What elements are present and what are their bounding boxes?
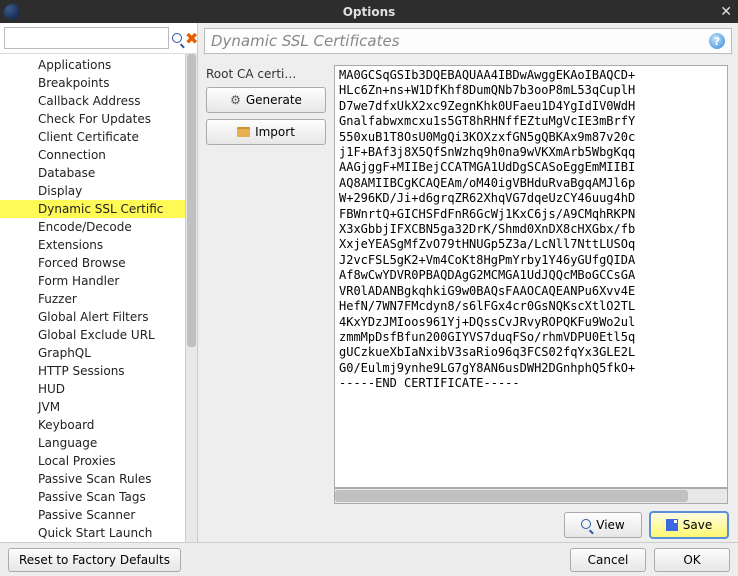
tree-item[interactable]: Local Proxies (0, 452, 185, 470)
app-icon (4, 4, 20, 20)
save-button[interactable]: Save (650, 512, 728, 538)
lens-icon (581, 518, 591, 532)
tree-item[interactable]: Dynamic SSL Certific (0, 200, 185, 218)
tree-item[interactable]: Language (0, 434, 185, 452)
view-button[interactable]: View (564, 512, 642, 538)
tree-item[interactable]: Forced Browse (0, 254, 185, 272)
tree-item[interactable]: Form Handler (0, 272, 185, 290)
tree-item[interactable]: Callback Address (0, 92, 185, 110)
tree-item[interactable]: Display (0, 182, 185, 200)
title-bar: Options ✕ (0, 0, 738, 23)
tree-item[interactable]: Connection (0, 146, 185, 164)
tree-scrollbar[interactable] (185, 54, 197, 542)
cert-h-thumb[interactable] (335, 490, 688, 502)
save-label: Save (683, 518, 712, 532)
tree-item[interactable]: Quick Start Launch (0, 524, 185, 542)
certificate-textarea[interactable]: MA0GCSqGSIb3DQEBAQUAA4IBDwAwggEKAoIBAQCD… (334, 65, 728, 488)
generate-button[interactable]: ⚙ Generate (206, 87, 326, 113)
tree-item[interactable]: Extensions (0, 236, 185, 254)
clear-search-icon[interactable]: ✖ (185, 30, 198, 46)
tree-item[interactable]: Global Alert Filters (0, 308, 185, 326)
tree-item[interactable]: Breakpoints (0, 74, 185, 92)
view-label: View (596, 518, 624, 532)
cert-right-pane: MA0GCSqGSIb3DQEBAQUAA4IBDwAwggEKAoIBAQCD… (334, 65, 728, 538)
footer: Reset to Factory Defaults Cancel OK (0, 542, 738, 576)
reset-label: Reset to Factory Defaults (19, 553, 170, 567)
tree-item[interactable]: Passive Scan Tags (0, 488, 185, 506)
content: ✖ ApplicationsBreakpointsCallback Addres… (0, 23, 738, 542)
tree-item[interactable]: Global Exclude URL (0, 326, 185, 344)
help-icon[interactable]: ? (709, 33, 725, 49)
ok-label: OK (683, 553, 700, 567)
import-button[interactable]: Import (206, 119, 326, 145)
tree-item[interactable]: Encode/Decode (0, 218, 185, 236)
tree-item[interactable]: HUD (0, 380, 185, 398)
tree-item[interactable]: Passive Scanner (0, 506, 185, 524)
options-panel: Dynamic SSL Certificates ? Root CA certi… (198, 23, 738, 542)
search-row: ✖ (0, 23, 197, 54)
search-input[interactable] (4, 27, 169, 49)
tree-item[interactable]: GraphQL (0, 344, 185, 362)
ok-button[interactable]: OK (654, 548, 730, 572)
tree-item[interactable]: JVM (0, 398, 185, 416)
tree-item[interactable]: Client Certificate (0, 128, 185, 146)
tree-item[interactable]: Applications (0, 56, 185, 74)
gear-icon: ⚙ (230, 93, 241, 107)
panel-title: Dynamic SSL Certificates (211, 32, 709, 50)
close-icon[interactable]: ✕ (720, 4, 732, 20)
root-ca-label: Root CA certi… (206, 65, 326, 81)
cert-body: Root CA certi… ⚙ Generate Import MA0GCSq… (198, 59, 738, 542)
tree-item[interactable]: HTTP Sessions (0, 362, 185, 380)
cancel-label: Cancel (588, 553, 629, 567)
tree-scrollbar-thumb[interactable] (187, 54, 196, 347)
folder-icon (237, 127, 250, 137)
generate-label: Generate (246, 93, 302, 107)
cert-left-controls: Root CA certi… ⚙ Generate Import (206, 65, 326, 538)
cert-h-scrollbar[interactable] (334, 488, 728, 504)
save-icon (666, 519, 678, 531)
options-tree-panel: ✖ ApplicationsBreakpointsCallback Addres… (0, 23, 198, 542)
search-icon[interactable] (172, 30, 182, 46)
reset-button[interactable]: Reset to Factory Defaults (8, 548, 181, 572)
panel-header: Dynamic SSL Certificates ? (204, 28, 732, 54)
import-label: Import (255, 125, 295, 139)
tree-item[interactable]: Passive Scan Rules (0, 470, 185, 488)
tree-item[interactable]: Fuzzer (0, 290, 185, 308)
tree-item[interactable]: Check For Updates (0, 110, 185, 128)
tree-item[interactable]: Keyboard (0, 416, 185, 434)
tree-item[interactable]: Database (0, 164, 185, 182)
cert-actions: View Save (334, 510, 728, 538)
options-tree[interactable]: ApplicationsBreakpointsCallback AddressC… (0, 54, 185, 542)
window-title: Options (343, 5, 396, 19)
cancel-button[interactable]: Cancel (570, 548, 646, 572)
